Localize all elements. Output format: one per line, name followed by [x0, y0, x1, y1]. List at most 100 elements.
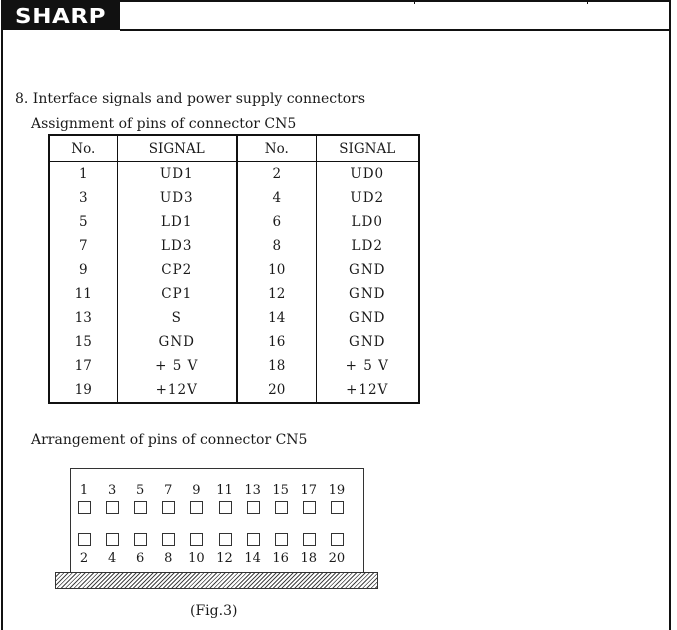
pin-contact [330, 533, 344, 546]
pin-signal: GND [315, 306, 419, 330]
column-header-no: No. [236, 135, 316, 162]
pin-contact [302, 501, 316, 514]
table-row: 3 UD3 4 UD2 [49, 186, 419, 210]
pin-label: 12 [216, 551, 233, 566]
page-frame-left [1, 0, 3, 630]
pin-contact [78, 533, 91, 546]
sharp-logo: SHARP [2, 2, 120, 30]
pin-signal: + 5 V [315, 354, 419, 378]
table-row: 9 CP2 10 GND [49, 258, 419, 282]
pin-number: 19 [74, 382, 92, 398]
pin-signal: LD0 [315, 210, 419, 234]
table-row: 15 GND 16 GND [49, 330, 419, 354]
pin-label: 1 [79, 483, 89, 498]
pin-signal: UD1 [116, 161, 237, 186]
pin-signal: LD2 [315, 234, 419, 258]
column-header-signal: SIGNAL [116, 135, 237, 162]
pin-assignment-table: No. SIGNAL No. SIGNAL 1 UD1 2 UD0 3 UD3 … [48, 134, 420, 404]
table-row: 13 S 14 GND [49, 306, 419, 330]
header-tick [587, 0, 588, 4]
table-row: 1 UD1 2 UD0 [49, 161, 419, 186]
pin-signal: +12V [116, 378, 237, 403]
pin-signal: LD1 [116, 210, 237, 234]
pin-contact [218, 533, 232, 546]
pin-contact [274, 533, 288, 546]
pin-number: 20 [236, 378, 316, 403]
pin-contact [78, 501, 91, 514]
pin-number: 12 [236, 282, 316, 306]
pin-label: 11 [216, 483, 233, 498]
pin-signal: UD3 [116, 186, 237, 210]
table-caption: Assignment of pins of connector CN5 [31, 116, 297, 132]
pin-signal: +12V [315, 378, 419, 403]
pin-number: 16 [236, 330, 316, 354]
pin-number: 6 [236, 210, 316, 234]
pin-contact [134, 533, 148, 546]
pin-signal: + 5 V [116, 354, 237, 378]
pin-contact [190, 533, 204, 546]
pin-label: 6 [136, 551, 145, 566]
pin-contact [162, 501, 176, 514]
pin-contact [246, 501, 260, 514]
pin-number: 4 [236, 186, 316, 210]
pin-label: 19 [328, 483, 346, 498]
connector-base-hatched [55, 572, 378, 589]
pin-contact [106, 501, 120, 514]
pin-contact [302, 533, 316, 546]
pin-label: 15 [272, 483, 289, 498]
pin-signal: UD0 [315, 161, 419, 186]
pin-label: 13 [244, 483, 261, 498]
pin-number: 18 [236, 354, 316, 378]
pin-number: 7 [78, 238, 88, 254]
pin-number: 9 [78, 262, 88, 278]
pin-number: 11 [74, 286, 92, 302]
table-row: 11 CP1 12 GND [49, 282, 419, 306]
pin-signal: UD2 [315, 186, 419, 210]
pin-contact [162, 533, 176, 546]
pin-contact [218, 501, 232, 514]
arrangement-caption: Arrangement of pins of connector CN5 [31, 432, 308, 448]
pin-label: 4 [107, 551, 117, 566]
pin-label: 16 [272, 551, 289, 566]
pin-number: 2 [236, 161, 316, 186]
pin-signal: LD3 [116, 234, 237, 258]
table-row: 7 LD3 8 LD2 [49, 234, 419, 258]
section-title: 8. Interface signals and power supply co… [15, 91, 366, 107]
table-row: 19 +12V 20 +12V [49, 378, 419, 403]
pin-signal: CP2 [116, 258, 237, 282]
header-divider [120, 29, 671, 31]
pin-label: 20 [328, 551, 346, 566]
pin-number: 5 [78, 214, 88, 230]
pin-contact [134, 501, 148, 514]
pin-signal: GND [315, 330, 419, 354]
header-tick [414, 0, 415, 4]
pin-label: 3 [107, 483, 117, 498]
logo-text: SHARP [15, 4, 107, 28]
pin-number: 14 [236, 306, 316, 330]
pin-number: 10 [236, 258, 316, 282]
table-header-row: No. SIGNAL No. SIGNAL [49, 135, 419, 162]
pin-label: 14 [244, 551, 261, 566]
pin-contact [330, 501, 344, 514]
pin-number: 13 [74, 310, 92, 326]
pin-signal: GND [315, 282, 419, 306]
column-header-no: No. [49, 135, 117, 162]
pin-number: 1 [78, 166, 88, 182]
pin-contact [190, 501, 204, 514]
pin-number: 8 [236, 234, 316, 258]
pin-label: 9 [192, 483, 201, 498]
pin-contact [106, 533, 120, 546]
pin-number: 3 [78, 190, 88, 206]
pin-label: 7 [164, 483, 173, 498]
pin-label: 17 [300, 483, 318, 498]
figure-caption: (Fig.3) [190, 603, 238, 619]
pin-contact [274, 501, 288, 514]
pin-contact [246, 533, 260, 546]
pin-number: 15 [74, 334, 92, 350]
pin-number: 17 [74, 358, 92, 374]
column-header-signal: SIGNAL [315, 135, 419, 162]
table-row: 17 + 5 V 18 + 5 V [49, 354, 419, 378]
pin-label: 10 [188, 551, 205, 566]
pin-signal: CP1 [116, 282, 237, 306]
connector-cn5-diagram: 1 3 5 7 9 11 13 15 17 19 2 4 6 8 10 12 14 16 18 20 [70, 468, 364, 574]
